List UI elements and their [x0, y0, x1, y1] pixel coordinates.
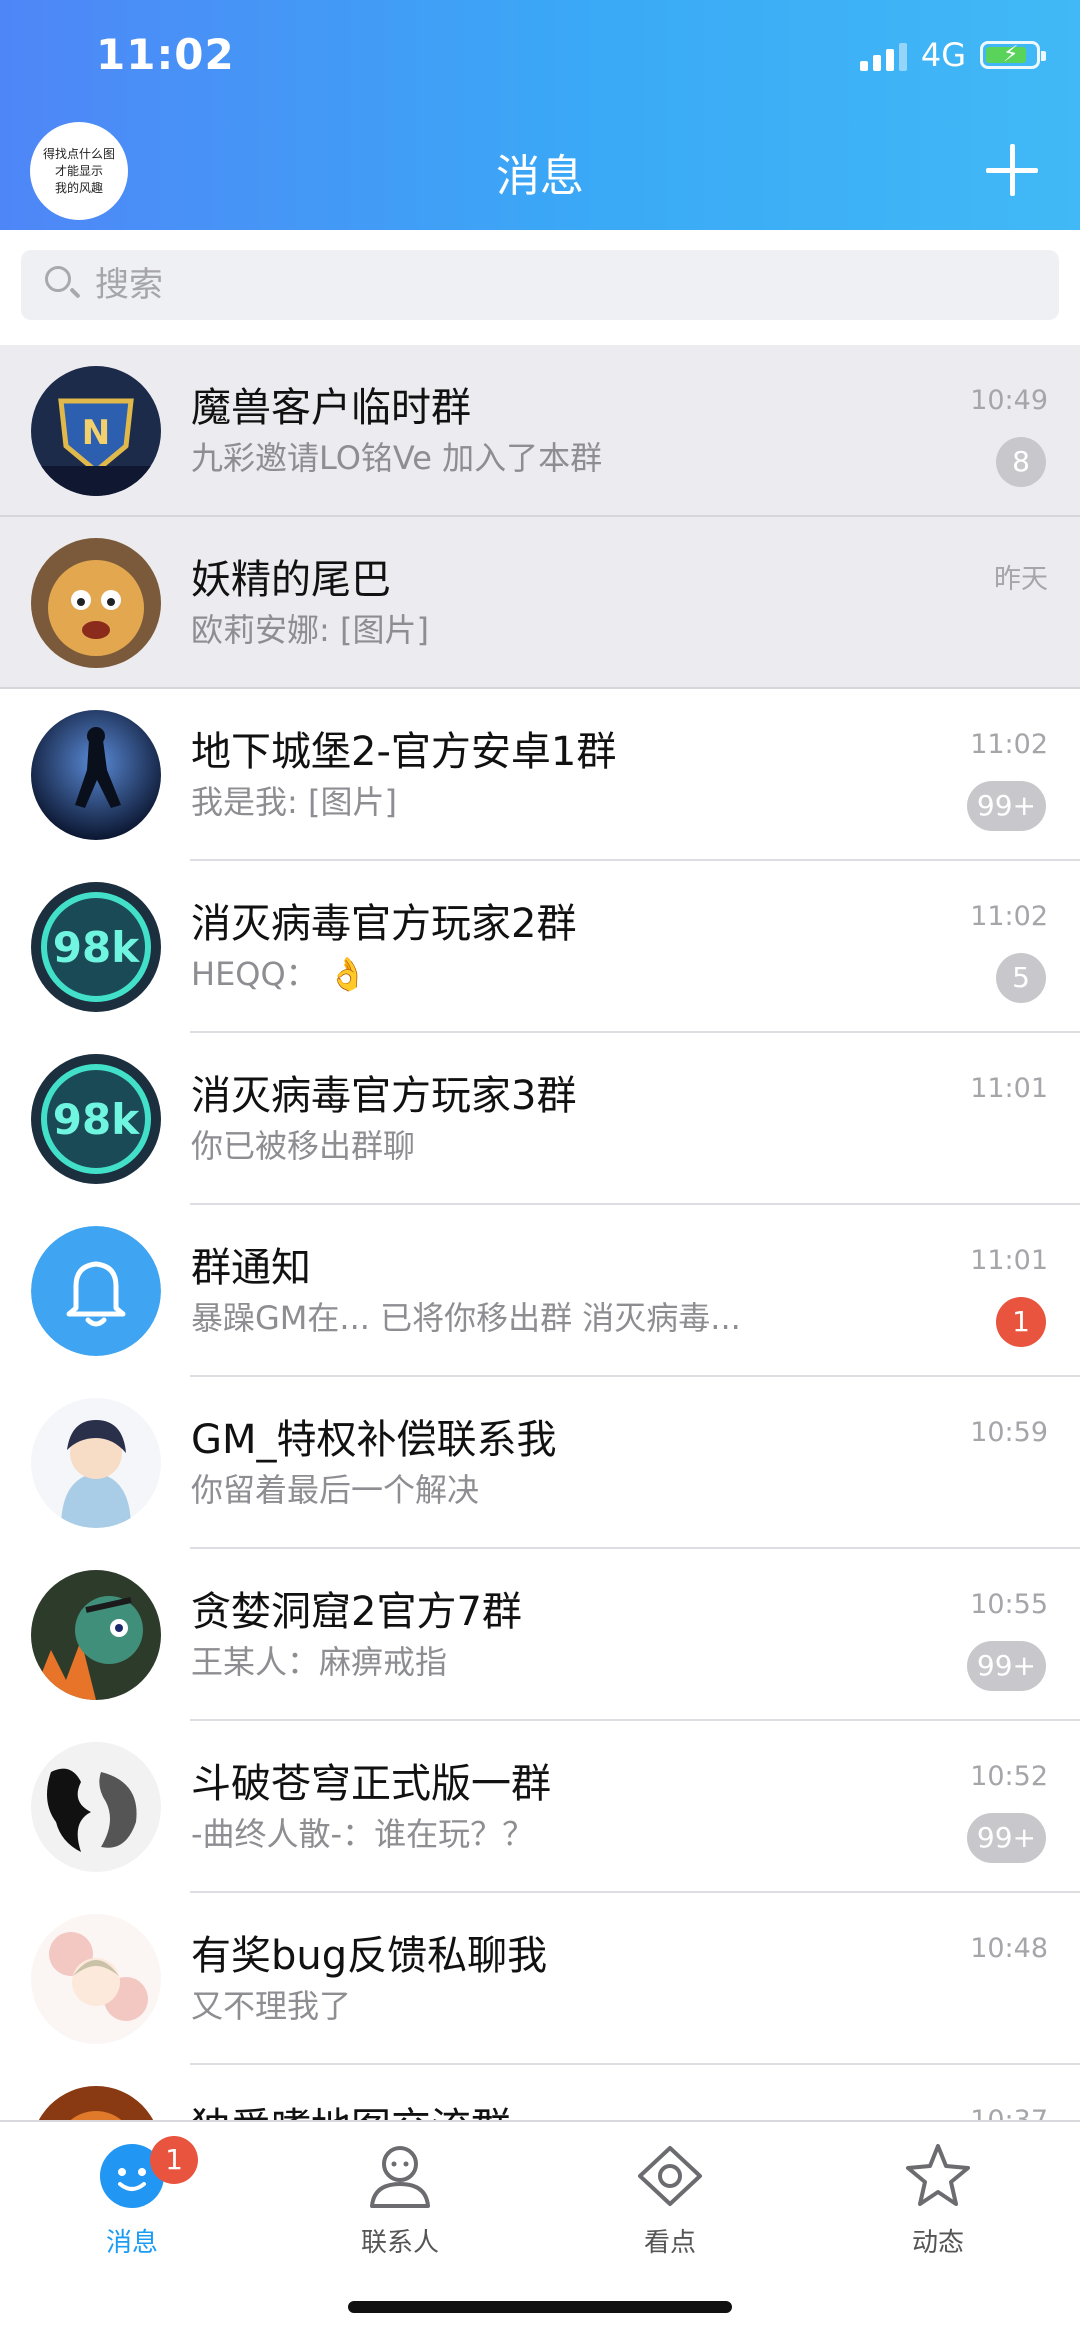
- eye-icon: [638, 2146, 702, 2206]
- search-box[interactable]: [21, 250, 1059, 320]
- tab-label: 看点: [643, 2228, 696, 2258]
- home-indicator: [348, 2301, 732, 2313]
- conversation-preview: 欧莉安娜: [图片]: [191, 611, 429, 649]
- signal-icon: [859, 39, 907, 71]
- group-avatar: [31, 1742, 161, 1872]
- page-title: 消息: [496, 151, 584, 202]
- tab-feed[interactable]: 动态: [848, 2142, 1028, 2262]
- tab-messages[interactable]: 1 消息: [42, 2136, 222, 2262]
- conversation-row[interactable]: 地下城堡2-官方安卓1群 我是我: [图片] 11:02 99+: [0, 689, 1080, 861]
- preview-text: HEQQ：: [191, 955, 318, 993]
- conversation-name: 斗破苍穹正式版一群: [191, 1761, 551, 1807]
- conversation-preview: 你已被移出群聊: [191, 1127, 416, 1165]
- conversation-name: 地下城堡2-官方安卓1群: [191, 729, 617, 775]
- group-avatar: [31, 2086, 161, 2120]
- person-icon: [370, 2146, 430, 2208]
- network-type: 4G: [920, 36, 966, 74]
- status-icons: 4G ⚡: [859, 36, 1046, 74]
- tab-discover[interactable]: 看点: [580, 2142, 760, 2262]
- svg-text:N: N: [82, 413, 110, 453]
- conversation-time: 11:01: [970, 1073, 1048, 1104]
- tab-label: 联系人: [360, 2228, 439, 2258]
- group-avatar: [31, 710, 161, 840]
- conversation-name: 魔兽客户临时群: [191, 385, 471, 431]
- group-avatar: [31, 1570, 161, 1700]
- app-header: 11:02 4G ⚡ 得找点什么图 才能显示 我的风趣 消息: [0, 0, 1080, 230]
- conversation-name: GM_特权补偿联系我: [191, 1417, 557, 1463]
- tab-contacts[interactable]: 联系人: [310, 2142, 490, 2262]
- conversation-preview: 王某人：麻痹戒指: [191, 1643, 448, 1681]
- conversation-row[interactable]: GM_特权补偿联系我 你留着最后一个解决 10:59: [0, 1377, 1080, 1549]
- contact-avatar: [31, 538, 161, 668]
- group-avatar: 98k: [31, 1054, 161, 1184]
- unread-badge: 99+: [966, 1813, 1046, 1863]
- conversation-time: 10:48: [970, 1933, 1048, 1964]
- svg-text:98k: 98k: [53, 923, 140, 972]
- conversation-name: 独爱嗜地图交流群: [191, 2095, 511, 2120]
- conversation-name: 消灭病毒官方玩家2群: [191, 901, 577, 947]
- svg-text:98k: 98k: [53, 1095, 140, 1144]
- conversation-preview: HEQQ： 👌: [191, 949, 368, 995]
- conversation-row[interactable]: 妖精的尾巴 欧莉安娜: [图片] 昨天: [0, 517, 1080, 689]
- conversation-list: N 魔兽客户临时群 九彩邀请LO铭Ve 加入了本群 10:49 8 妖精的尾巴 …: [0, 345, 1080, 2120]
- tab-label: 消息: [105, 2228, 158, 2258]
- conversation-time: 昨天: [994, 564, 1048, 595]
- conversation-row[interactable]: 98k 消灭病毒官方玩家2群 HEQQ： 👌 11:02 5: [0, 861, 1080, 1033]
- unread-badge: 1: [996, 1297, 1046, 1347]
- star-icon: [906, 2144, 970, 2206]
- tab-badge: 1: [150, 2136, 198, 2184]
- contact-avatar: [31, 1398, 161, 1528]
- unread-badge: 5: [996, 953, 1046, 1003]
- conversation-preview: 暴躁GM在... 已将你移出群 消灭病毒...: [191, 1299, 741, 1337]
- conversation-preview: 我是我: [图片]: [191, 783, 397, 821]
- tab-label: 动态: [911, 2228, 964, 2258]
- search-bar: [0, 230, 1080, 345]
- conversation-time: 11:02: [970, 901, 1048, 932]
- conversation-row[interactable]: N 魔兽客户临时群 九彩邀请LO铭Ve 加入了本群 10:49 8: [0, 345, 1080, 517]
- conversation-time: 10:37: [970, 2105, 1048, 2120]
- unread-badge: 99+: [966, 781, 1046, 831]
- conversation-row[interactable]: 98k 消灭病毒官方玩家3群 你已被移出群聊 11:01: [0, 1033, 1080, 1205]
- conversation-time: 10:52: [970, 1761, 1048, 1792]
- conversation-time: 10:49: [970, 385, 1048, 416]
- ok-hand-emoji-icon: 👌: [327, 955, 368, 993]
- contact-avatar: [31, 1914, 161, 2044]
- search-input[interactable]: [95, 250, 995, 320]
- conversation-preview: -曲终人散-：谁在玩？？: [191, 1815, 535, 1853]
- conversation-time: 11:02: [970, 729, 1048, 760]
- add-icon[interactable]: [982, 140, 1042, 200]
- battery-icon: ⚡: [980, 41, 1046, 69]
- conversation-time: 11:01: [970, 1245, 1048, 1276]
- conversation-row[interactable]: 群通知 暴躁GM在... 已将你移出群 消灭病毒... 11:01 1: [0, 1205, 1080, 1377]
- group-avatar: 98k: [31, 882, 161, 1012]
- group-avatar: N: [31, 366, 161, 496]
- conversation-time: 10:59: [970, 1417, 1048, 1448]
- search-icon: [45, 266, 71, 292]
- conversation-row[interactable]: 贪婪洞窟2官方7群 王某人：麻痹戒指 10:55 99+: [0, 1549, 1080, 1721]
- conversation-preview: 你留着最后一个解决: [191, 1471, 480, 1509]
- conversation-name: 有奖bug反馈私聊我: [191, 1933, 548, 1979]
- conversation-preview: 又不理我了: [191, 1987, 352, 2025]
- conversation-row[interactable]: 独爱嗜地图交流群 10:37: [0, 2065, 1080, 2120]
- conversation-row[interactable]: 有奖bug反馈私聊我 又不理我了 10:48: [0, 1893, 1080, 2065]
- conversation-name: 群通知: [191, 1245, 311, 1291]
- conversation-name: 贪婪洞窟2官方7群: [191, 1589, 522, 1635]
- conversation-time: 10:55: [970, 1589, 1048, 1620]
- bell-icon: [31, 1226, 161, 1356]
- status-time: 11:02: [96, 30, 235, 79]
- conversation-name: 消灭病毒官方玩家3群: [191, 1073, 577, 1119]
- conversation-name: 妖精的尾巴: [191, 557, 391, 603]
- unread-badge: 8: [996, 437, 1046, 487]
- unread-badge: 99+: [966, 1641, 1046, 1691]
- conversation-preview: 九彩邀请LO铭Ve 加入了本群: [191, 439, 603, 477]
- conversation-row[interactable]: 斗破苍穹正式版一群 -曲终人散-：谁在玩？？ 10:52 99+: [0, 1721, 1080, 1893]
